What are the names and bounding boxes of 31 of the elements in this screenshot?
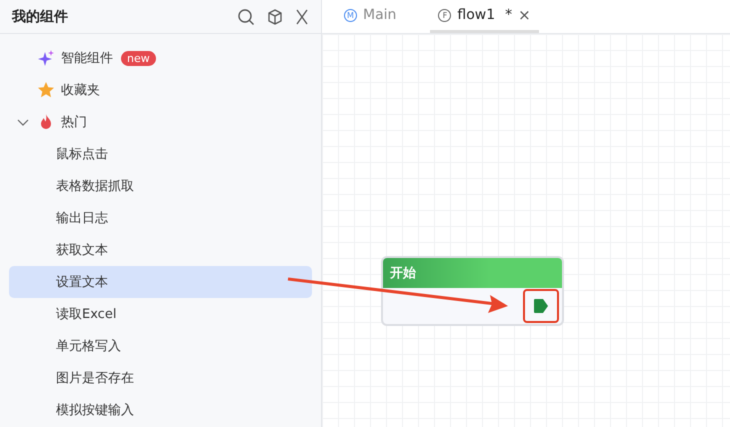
tab[interactable]: M Main [336, 0, 404, 33]
close-button[interactable]: × [518, 6, 531, 24]
tree-item[interactable]: 图片是否存在 [9, 362, 312, 394]
tree-item[interactable]: 输出日志 [9, 202, 312, 234]
sparkle-icon [37, 49, 55, 67]
panel-title: 我的组件 [12, 8, 68, 26]
tab-label: Main [363, 7, 396, 23]
tree-item[interactable]: 获取文本 [9, 234, 312, 266]
star-icon [37, 81, 55, 99]
tree-item[interactable]: 设置文本 [9, 266, 312, 298]
tree-item[interactable]: 单元格写入 [9, 330, 312, 362]
close-icon[interactable] [295, 8, 309, 26]
tree-item[interactable]: 读取Excel [9, 298, 312, 330]
tab-label: flow1 [457, 7, 496, 23]
node-title: 开始 [383, 258, 562, 288]
tree-item[interactable]: 收藏夹 [9, 74, 312, 106]
tree-item[interactable]: 鼠标点击 [9, 138, 312, 170]
cube-icon[interactable] [267, 8, 283, 26]
modified-mark: * [505, 7, 512, 23]
item-label: 收藏夹 [61, 82, 100, 99]
tree-item[interactable]: 热门 [9, 106, 312, 138]
file-type-icon: F [438, 8, 452, 22]
tree-item[interactable]: 智能组件 new [9, 42, 312, 74]
file-type-icon: M [344, 8, 357, 22]
new-badge: new [121, 50, 156, 66]
item-label: 智能组件 [61, 50, 113, 67]
search-icon[interactable] [237, 8, 255, 26]
tree-item[interactable]: 表格数据抓取 [9, 170, 312, 202]
tree-item[interactable]: 模拟按键输入 [9, 394, 312, 426]
output-port-icon [533, 298, 549, 314]
item-label: 热门 [61, 114, 87, 131]
